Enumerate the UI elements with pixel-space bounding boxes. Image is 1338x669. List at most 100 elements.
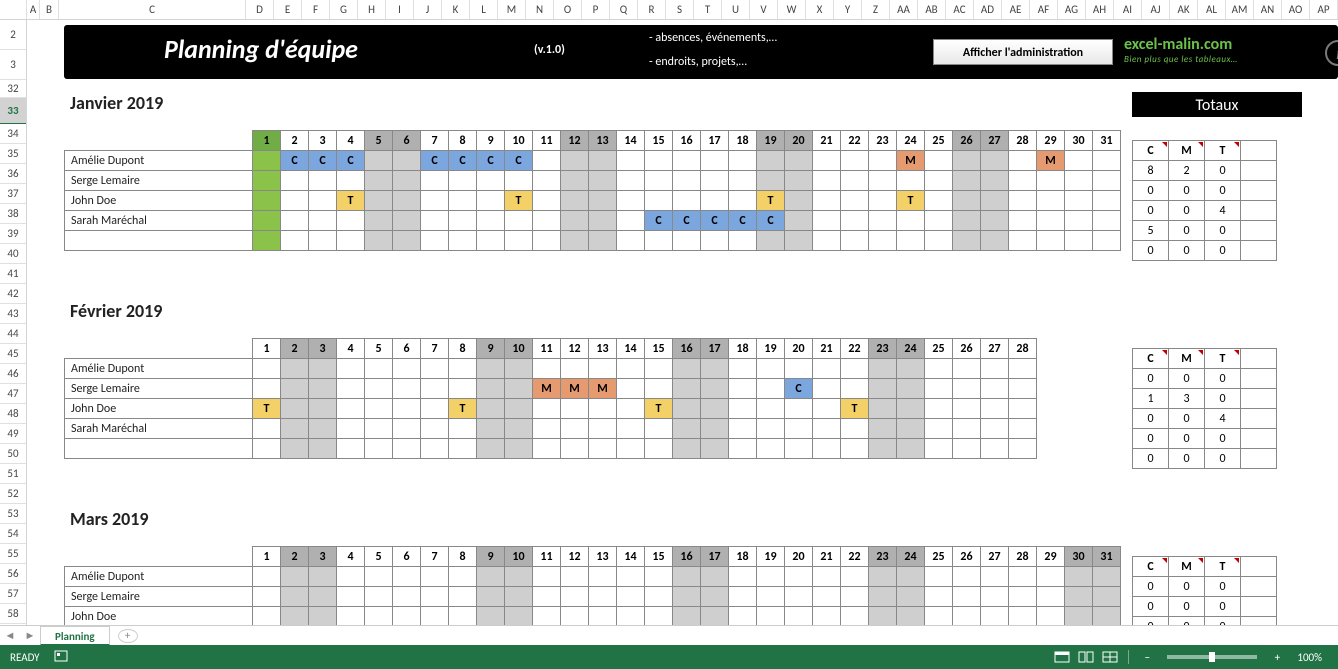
day-cell[interactable] <box>533 191 561 211</box>
day-cell[interactable] <box>701 607 729 627</box>
day-cell[interactable] <box>533 607 561 627</box>
totals-cell-T[interactable]: 0 <box>1205 369 1241 389</box>
column-header-AJ[interactable]: AJ <box>1142 0 1170 19</box>
totals-cell-C[interactable]: 0 <box>1133 241 1169 261</box>
day-cell[interactable] <box>393 171 421 191</box>
row-header-49[interactable]: 49 <box>0 424 26 444</box>
day-cell[interactable] <box>477 439 505 459</box>
day-header-19[interactable]: 19 <box>757 547 785 567</box>
day-cell[interactable] <box>701 419 729 439</box>
day-header-27[interactable]: 27 <box>981 339 1009 359</box>
person-name[interactable]: John Doe <box>65 399 253 419</box>
day-header-6[interactable]: 6 <box>393 339 421 359</box>
day-cell[interactable] <box>253 607 281 627</box>
day-cell[interactable] <box>729 379 757 399</box>
day-cell[interactable] <box>589 211 617 231</box>
day-cell[interactable] <box>337 211 365 231</box>
day-cell[interactable] <box>505 359 533 379</box>
day-cell[interactable] <box>757 439 785 459</box>
day-cell[interactable] <box>1009 211 1037 231</box>
day-cell[interactable] <box>337 587 365 607</box>
day-cell[interactable] <box>869 359 897 379</box>
totals-cell-M[interactable]: 0 <box>1169 577 1205 597</box>
day-cell[interactable] <box>589 399 617 419</box>
day-cell[interactable] <box>589 587 617 607</box>
row-headers[interactable]: 2332333435363738394041424344454647484950… <box>0 20 27 645</box>
day-cell[interactable] <box>505 587 533 607</box>
day-header-17[interactable]: 17 <box>701 339 729 359</box>
day-cell[interactable] <box>337 607 365 627</box>
row-header-32[interactable]: 32 <box>0 80 26 98</box>
day-cell[interactable] <box>309 399 337 419</box>
totals-cell-T[interactable]: 0 <box>1205 389 1241 409</box>
column-header-AG[interactable]: AG <box>1058 0 1086 19</box>
day-cell[interactable] <box>673 439 701 459</box>
day-cell[interactable] <box>365 567 393 587</box>
day-cell[interactable] <box>589 567 617 587</box>
day-cell[interactable] <box>981 231 1009 251</box>
day-cell[interactable] <box>309 379 337 399</box>
day-header-7[interactable]: 7 <box>421 339 449 359</box>
row-header-57[interactable]: 57 <box>0 584 26 604</box>
day-header-15[interactable]: 15 <box>645 547 673 567</box>
day-header-13[interactable]: 13 <box>589 131 617 151</box>
day-cell[interactable] <box>253 359 281 379</box>
day-cell[interactable] <box>953 191 981 211</box>
day-header-5[interactable]: 5 <box>365 131 393 151</box>
day-cell[interactable] <box>309 607 337 627</box>
day-cell[interactable] <box>589 191 617 211</box>
day-cell[interactable] <box>701 359 729 379</box>
day-header-19[interactable]: 19 <box>757 131 785 151</box>
day-cell[interactable] <box>1093 211 1121 231</box>
day-cell[interactable] <box>673 587 701 607</box>
day-cell[interactable] <box>589 439 617 459</box>
column-header-AL[interactable]: AL <box>1198 0 1226 19</box>
day-cell[interactable] <box>561 211 589 231</box>
person-name[interactable]: Serge Lemaire <box>65 587 253 607</box>
totals-cell-C[interactable]: 0 <box>1133 449 1169 469</box>
day-cell[interactable] <box>393 567 421 587</box>
day-cell[interactable] <box>617 587 645 607</box>
column-header-AP[interactable]: AP <box>1310 0 1338 19</box>
day-cell[interactable] <box>505 211 533 231</box>
day-cell[interactable] <box>1037 567 1065 587</box>
row-header-35[interactable]: 35 <box>0 144 26 164</box>
day-header-23[interactable]: 23 <box>869 547 897 567</box>
day-cell[interactable] <box>253 419 281 439</box>
day-cell[interactable] <box>393 151 421 171</box>
day-cell[interactable] <box>337 399 365 419</box>
column-headers[interactable]: ABCDEFGHIJKLMNOPQRSTUVWXYZAAABACADAEAFAG… <box>0 0 1338 20</box>
day-cell[interactable]: T <box>505 191 533 211</box>
day-cell[interactable] <box>869 171 897 191</box>
macro-record-icon[interactable] <box>54 649 68 666</box>
day-cell[interactable] <box>421 419 449 439</box>
day-cell[interactable] <box>981 607 1009 627</box>
day-cell[interactable] <box>925 567 953 587</box>
day-cell[interactable] <box>729 151 757 171</box>
day-cell[interactable] <box>533 439 561 459</box>
column-header-D[interactable]: D <box>246 0 274 19</box>
day-cell[interactable] <box>925 399 953 419</box>
day-header-20[interactable]: 20 <box>785 547 813 567</box>
zoom-out-icon[interactable]: − <box>1137 649 1157 665</box>
day-header-11[interactable]: 11 <box>533 131 561 151</box>
day-cell[interactable] <box>561 439 589 459</box>
day-header-8[interactable]: 8 <box>449 547 477 567</box>
day-cell[interactable] <box>253 151 281 171</box>
day-cell[interactable] <box>421 607 449 627</box>
day-cell[interactable] <box>561 587 589 607</box>
totals-cell-blank[interactable] <box>1241 201 1277 221</box>
day-cell[interactable] <box>421 587 449 607</box>
column-header-AI[interactable]: AI <box>1114 0 1142 19</box>
day-cell[interactable]: M <box>589 379 617 399</box>
day-cell[interactable] <box>1093 567 1121 587</box>
day-cell[interactable] <box>981 191 1009 211</box>
day-cell[interactable] <box>729 607 757 627</box>
day-cell[interactable]: C <box>477 151 505 171</box>
day-cell[interactable] <box>449 607 477 627</box>
totals-cell-C[interactable]: 0 <box>1133 181 1169 201</box>
day-cell[interactable] <box>281 587 309 607</box>
column-header-X[interactable]: X <box>806 0 834 19</box>
day-cell[interactable] <box>785 171 813 191</box>
day-cell[interactable] <box>365 439 393 459</box>
